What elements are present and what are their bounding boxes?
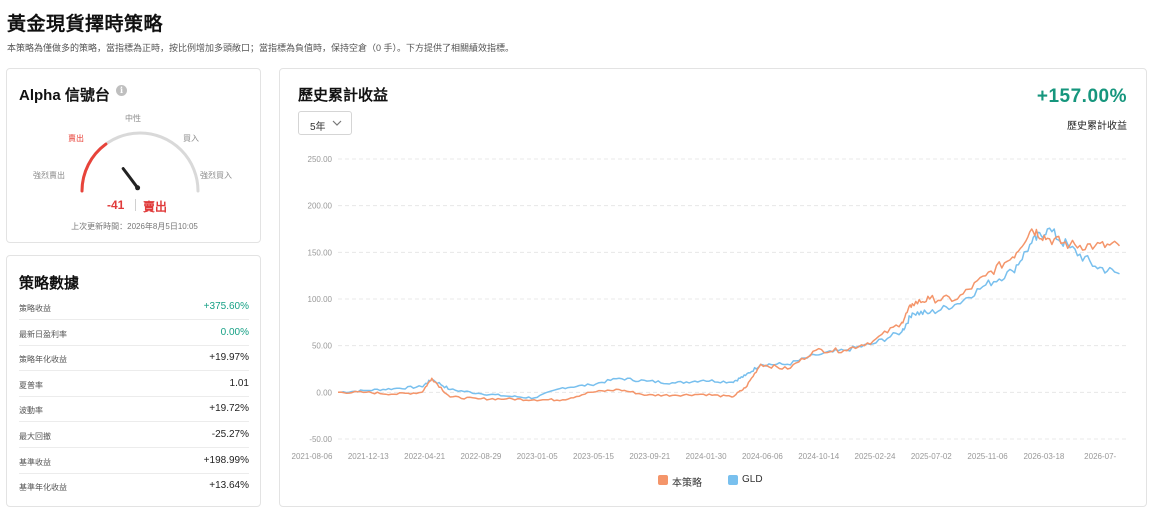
stat-value: +13.64% xyxy=(209,480,249,492)
y-tick-label: -50.00 xyxy=(309,435,332,444)
stat-label: 波動率 xyxy=(19,406,43,416)
stat-label: 最新日盈利率 xyxy=(19,329,67,339)
y-tick-label: 150.00 xyxy=(308,248,333,257)
gauge-separator xyxy=(135,199,136,211)
x-tick-label: 2026-07- xyxy=(1084,452,1116,461)
stat-label: 最大回撤 xyxy=(19,432,51,441)
x-tick-label: 2022-04-21 xyxy=(404,452,445,461)
stat-value: +198.99% xyxy=(203,454,249,466)
y-tick-label: 200.00 xyxy=(308,202,333,211)
gauge-needle xyxy=(121,167,138,188)
y-tick-label: 250.00 xyxy=(308,155,333,164)
stat-label: 策略收益 xyxy=(19,304,51,313)
stat-row: 策略年化收益 +19.97% xyxy=(19,345,249,372)
x-tick-label: 2024-01-30 xyxy=(686,452,727,461)
stat-row: 最大回撤 -25.27% xyxy=(19,422,249,448)
cumulative-return-card: 歷史累計收益 5年 +157.00% 歷史累計收益 250.00 200.00 15… xyxy=(279,68,1147,507)
x-tick-label: 2025-02-24 xyxy=(855,452,896,461)
gauge-label-neutral: 中性 xyxy=(125,114,141,123)
x-tick-label: 2023-05-15 xyxy=(573,452,614,461)
series-line-strategy xyxy=(337,228,1121,402)
stat-value: 1.01 xyxy=(229,377,249,389)
gauge-sell-segment xyxy=(80,142,108,193)
alpha-signal-card: Alpha 信號台 i 強烈賣出 賣出 中性 買入 強烈買入 -41 賣出 上次… xyxy=(6,68,261,243)
stat-label: 策略年化收益 xyxy=(19,355,67,365)
stat-label: 基準年化收益 xyxy=(19,483,67,493)
gauge-label-strong-sell: 強烈賣出 xyxy=(33,171,65,180)
strategy-stats-card: 策略數據 策略收益 +375.60% 最新日盈利率 0.00% 策略年化收益 +19.97… xyxy=(6,255,261,507)
gauge-label-sell: 賣出 xyxy=(68,134,84,143)
stat-row: 波動率 +19.72% xyxy=(19,396,249,423)
x-tick-label: 2023-01-05 xyxy=(517,452,558,461)
chart-legend: 本策略 GLD xyxy=(280,473,1148,489)
x-tick-label: 2025-11-06 xyxy=(967,452,1008,461)
y-tick-label: 100.00 xyxy=(308,295,333,304)
legend-swatch xyxy=(728,475,738,485)
legend-label: GLD xyxy=(742,474,763,485)
x-tick-label: 2022-08-29 xyxy=(460,452,501,461)
stat-row: 基準年化收益 +13.64% xyxy=(19,473,249,499)
gauge-label-strong-buy: 強烈買入 xyxy=(200,171,232,180)
legend-swatch xyxy=(658,475,668,485)
stat-value: -25.27% xyxy=(211,429,249,440)
page-title: 黃金現貨擇時策略 xyxy=(7,14,164,35)
stat-value: +19.97% xyxy=(209,352,249,364)
y-tick-label: 50.00 xyxy=(312,342,333,351)
x-tick-label: 2024-10-14 xyxy=(798,452,839,461)
stat-row: 策略收益 +375.60% xyxy=(19,294,249,320)
stat-value: +375.60% xyxy=(203,301,249,312)
stats-title: 策略數據 xyxy=(19,275,80,292)
x-tick-label: 2024-06-06 xyxy=(742,452,783,461)
gauge-value: -41 xyxy=(107,198,125,212)
stat-row: 最新日盈利率 0.00% xyxy=(19,320,249,346)
stat-value: +19.72% xyxy=(209,403,249,415)
stat-label: 夏普率 xyxy=(19,380,43,390)
stat-label: 基準收益 xyxy=(19,457,51,467)
gauge-signal: 賣出 xyxy=(143,200,168,214)
stat-row: 基準收益 +198.99% xyxy=(19,448,249,474)
page-description: 本策略為僅做多的策略，當指標為正時，按比例增加多頭敞口；當指標為負值時，保持空倉… xyxy=(7,43,515,53)
x-tick-label: 2023-09-21 xyxy=(629,452,670,461)
x-tick-label: 2021-12-13 xyxy=(348,452,389,461)
gauge-hub xyxy=(135,185,141,191)
stat-row: 夏普率 1.01 xyxy=(19,371,249,397)
series-line-gld xyxy=(337,227,1120,400)
x-tick-label: 2021-08-06 xyxy=(292,452,333,461)
legend-label: 本策略 xyxy=(672,478,702,489)
stat-value: 0.00% xyxy=(220,326,249,338)
gauge-label-buy: 買入 xyxy=(183,134,199,143)
cumulative-return-chart: 250.00 200.00 150.00 100.00 50.00 0.00 -50.00 2… xyxy=(292,155,1126,461)
last-updated: 上次更新時間：2026年8月5日10:05 xyxy=(71,222,198,231)
signal-gauge xyxy=(80,131,200,193)
y-tick-label: 0.00 xyxy=(316,388,332,397)
x-tick-label: 2025-07-02 xyxy=(911,452,952,461)
gauge-track xyxy=(80,131,200,193)
x-tick-label: 2026-03-18 xyxy=(1023,452,1064,461)
